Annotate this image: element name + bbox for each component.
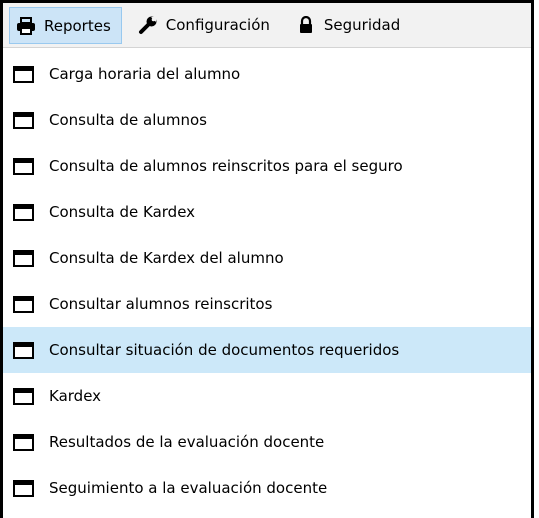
tab-configuracion-label: Configuración bbox=[165, 16, 270, 34]
tab-configuracion[interactable]: Configuración bbox=[128, 3, 280, 47]
window-icon bbox=[13, 158, 34, 175]
menu-item-consultar-reinscritos[interactable]: Consultar alumnos reinscritos bbox=[3, 281, 531, 327]
menu-bar: Reportes Configuración Seguridad bbox=[3, 3, 531, 48]
menu-item-label: Kardex bbox=[49, 387, 102, 405]
window-icon bbox=[13, 296, 34, 313]
menu-item-consulta-reinscritos-seguro[interactable]: Consulta de alumnos reinscritos para el … bbox=[3, 143, 531, 189]
menu-item-label: Consultar situación de documentos requer… bbox=[49, 341, 400, 359]
menu-item-resultados-evaluacion[interactable]: Resultados de la evaluación docente bbox=[3, 419, 531, 465]
menu-item-label: Seguimiento a la evaluación docente bbox=[49, 479, 328, 497]
menu-item-consulta-alumnos[interactable]: Consulta de alumnos bbox=[3, 97, 531, 143]
menu-item-label: Consultar alumnos reinscritos bbox=[49, 295, 273, 313]
menu-item-situacion-documentos[interactable]: Consultar situación de documentos requer… bbox=[3, 327, 531, 373]
menu-item-seguimiento-evaluacion[interactable]: Seguimiento a la evaluación docente bbox=[3, 465, 531, 511]
window-icon bbox=[13, 388, 34, 405]
menu-item-label: Consulta de alumnos reinscritos para el … bbox=[49, 157, 403, 175]
menu-item-label: Resultados de la evaluación docente bbox=[49, 433, 325, 451]
window-icon bbox=[13, 66, 34, 83]
menu-item-label: Consulta de Kardex bbox=[49, 203, 196, 221]
menu-item-label: Carga horaria del alumno bbox=[49, 65, 241, 83]
printer-icon bbox=[16, 16, 36, 36]
window-icon bbox=[13, 480, 34, 497]
dropdown-menu-window: Reportes Configuración Seguridad Carga h… bbox=[0, 0, 534, 518]
reportes-menu-list: Carga horaria del alumno Consulta de alu… bbox=[3, 51, 531, 511]
window-icon bbox=[13, 204, 34, 221]
menu-item-kardex[interactable]: Kardex bbox=[3, 373, 531, 419]
window-icon bbox=[13, 434, 34, 451]
tab-reportes[interactable]: Reportes bbox=[9, 7, 122, 44]
menu-item-label: Consulta de alumnos bbox=[49, 111, 207, 129]
tab-reportes-label: Reportes bbox=[44, 16, 111, 35]
menu-item-carga-horaria[interactable]: Carga horaria del alumno bbox=[3, 51, 531, 97]
lock-icon bbox=[296, 15, 316, 35]
menu-item-consulta-kardex-alumno[interactable]: Consulta de Kardex del alumno bbox=[3, 235, 531, 281]
tab-seguridad[interactable]: Seguridad bbox=[286, 3, 410, 47]
tab-seguridad-label: Seguridad bbox=[323, 16, 401, 34]
window-icon bbox=[13, 342, 34, 359]
window-icon bbox=[13, 250, 34, 267]
menu-item-label: Consulta de Kardex del alumno bbox=[49, 249, 284, 267]
wrench-icon bbox=[138, 15, 158, 35]
window-icon bbox=[13, 112, 34, 129]
menu-item-consulta-kardex[interactable]: Consulta de Kardex bbox=[3, 189, 531, 235]
